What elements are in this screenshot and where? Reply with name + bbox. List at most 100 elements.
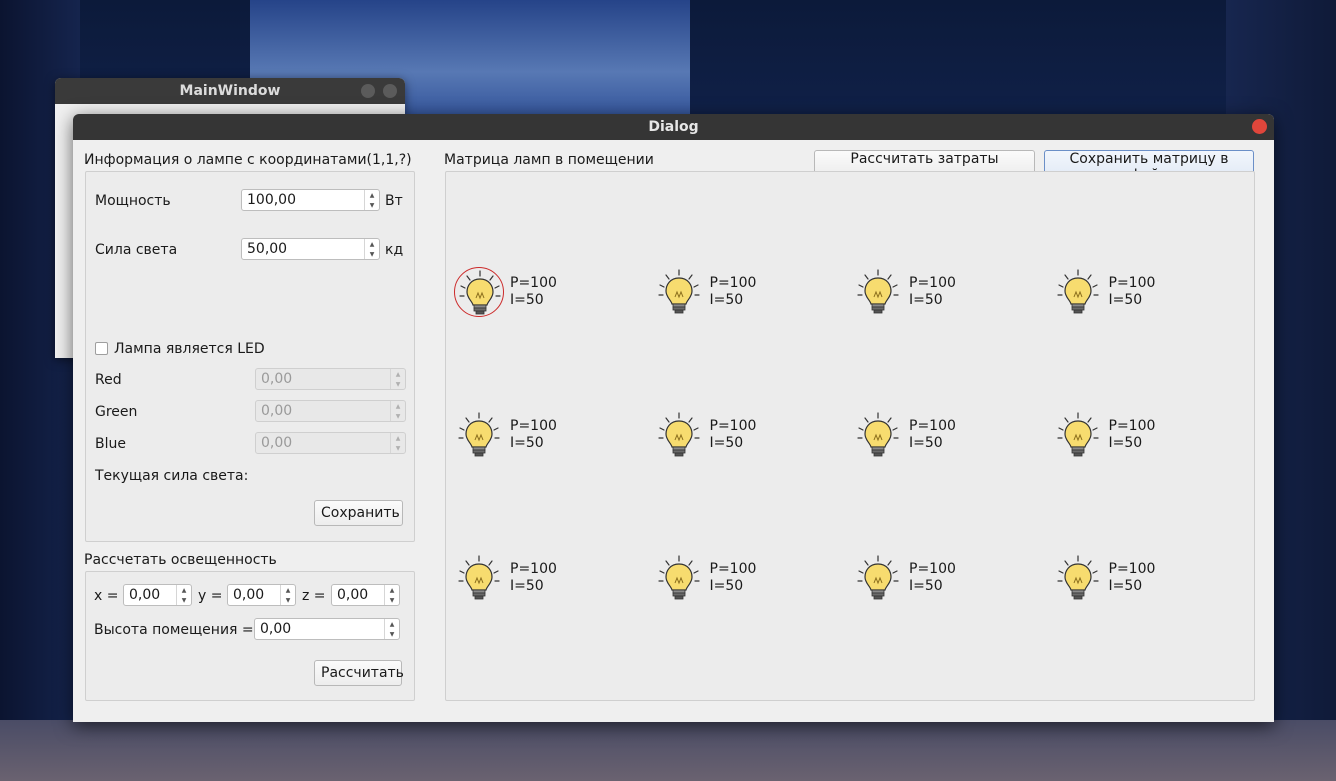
lamp-power: P=100	[909, 561, 956, 577]
lamp-cell[interactable]: P=100 I=50	[853, 267, 1023, 323]
spin-down-icon: ▼	[395, 412, 401, 420]
power-unit: Вт	[385, 193, 403, 209]
green-input	[256, 401, 390, 421]
red-input	[256, 369, 390, 389]
lamp-values: P=100 I=50	[510, 418, 557, 452]
intensity-input[interactable]	[242, 239, 364, 259]
dialog-window[interactable]: Dialog Информация о лампе с координатами…	[73, 114, 1274, 722]
lightbulb-icon[interactable]	[454, 410, 504, 460]
lamp-power: P=100	[510, 418, 557, 434]
spin-down-icon[interactable]: ▼	[365, 249, 379, 259]
spin-up-icon[interactable]: ▲	[385, 585, 399, 595]
spin-up-icon[interactable]: ▲	[385, 619, 399, 629]
x-input[interactable]	[124, 585, 176, 605]
spin-down-icon[interactable]: ▼	[385, 595, 399, 605]
calculate-button[interactable]: Рассчитать	[314, 660, 404, 686]
lamp-cell[interactable]: P=100 I=50	[654, 267, 824, 323]
lamp-cell[interactable]: P=100 I=50	[454, 553, 624, 609]
lamp-values: P=100 I=50	[710, 418, 757, 452]
led-checkbox[interactable]	[95, 342, 108, 355]
spin-up-icon[interactable]: ▲	[365, 190, 379, 200]
lamp-intensity: I=50	[1108, 578, 1143, 594]
x-label: x =	[94, 588, 119, 604]
save-button[interactable]: Сохранить	[314, 500, 403, 526]
lamp-intensity: I=50	[1108, 435, 1143, 451]
lamp-intensity: I=50	[1108, 292, 1143, 308]
main-window-titlebar[interactable]: MainWindow	[55, 78, 405, 104]
room-height-input[interactable]	[255, 619, 384, 639]
lamp-values: P=100 I=50	[710, 275, 757, 309]
spin-down-icon[interactable]: ▼	[365, 200, 379, 210]
illumination-group-title: Рассчетать освещенность	[84, 552, 277, 568]
lightbulb-icon[interactable]	[1053, 553, 1103, 603]
lamp-cell[interactable]: P=100 I=50	[654, 410, 824, 466]
lamp-cell[interactable]: P=100 I=50	[1053, 553, 1223, 609]
spin-down-icon[interactable]: ▼	[385, 629, 399, 639]
lightbulb-icon[interactable]	[1053, 410, 1103, 460]
lightbulb-icon[interactable]	[654, 267, 704, 317]
intensity-spinbox[interactable]: ▲▼	[241, 238, 380, 260]
lightbulb-icon[interactable]	[853, 553, 903, 603]
lightbulb-icon[interactable]	[454, 267, 504, 317]
blue-spinbox: ▲▼	[255, 432, 406, 454]
lamp-intensity: I=50	[510, 578, 544, 594]
lamp-power: P=100	[1108, 418, 1156, 434]
blue-input	[256, 433, 390, 453]
spin-down-icon: ▼	[395, 444, 401, 452]
lamp-power: P=100	[1108, 275, 1156, 291]
lightbulb-icon[interactable]	[654, 553, 704, 603]
dialog-titlebar[interactable]: Dialog	[73, 114, 1274, 140]
power-input[interactable]	[242, 190, 364, 210]
lamp-intensity: I=50	[909, 292, 943, 308]
lamp-power: P=100	[709, 561, 757, 577]
lamp-power: P=100	[909, 418, 956, 434]
lamp-intensity: I=50	[909, 435, 943, 451]
lamp-power: P=100	[709, 275, 757, 291]
lamp-values: P=100 I=50	[510, 561, 557, 595]
lamp-intensity: I=50	[709, 435, 744, 451]
minimize-icon[interactable]	[361, 84, 375, 98]
z-input[interactable]	[332, 585, 384, 605]
lamp-power: P=100	[909, 275, 956, 291]
lamp-values: P=100 I=50	[1109, 561, 1156, 595]
spin-down-icon[interactable]: ▼	[177, 595, 191, 605]
lamp-power: P=100	[1108, 561, 1156, 577]
room-height-spinbox[interactable]: ▲▼	[254, 618, 400, 640]
lamp-intensity: I=50	[709, 292, 744, 308]
y-input[interactable]	[228, 585, 280, 605]
dialog-title: Dialog	[648, 119, 699, 135]
lamp-cell[interactable]: P=100 I=50	[853, 553, 1023, 609]
spin-up-icon[interactable]: ▲	[281, 585, 295, 595]
spin-up-icon: ▲	[395, 434, 401, 442]
led-checkbox-label[interactable]: Лампа является LED	[114, 341, 265, 357]
lightbulb-icon[interactable]	[853, 267, 903, 317]
desktop-wallpaper-floor	[0, 720, 1336, 781]
lamp-cell[interactable]: P=100 I=50	[454, 410, 624, 466]
spin-down-icon[interactable]: ▼	[281, 595, 295, 605]
main-window-title: MainWindow	[179, 83, 281, 99]
lamp-info-group-title: Информация о лампе с координатами(1,1,?)	[84, 152, 412, 168]
lamp-values: P=100 I=50	[909, 275, 956, 309]
lamp-values: P=100 I=50	[1109, 275, 1156, 309]
lamp-cell[interactable]: P=100 I=50	[654, 553, 824, 609]
y-spinbox[interactable]: ▲▼	[227, 584, 296, 606]
spin-up-icon[interactable]: ▲	[177, 585, 191, 595]
close-icon[interactable]	[383, 84, 397, 98]
close-button[interactable]	[1252, 119, 1267, 134]
lightbulb-icon[interactable]	[454, 553, 504, 603]
lamp-cell[interactable]: P=100 I=50	[1053, 267, 1223, 323]
z-spinbox[interactable]: ▲▼	[331, 584, 400, 606]
lightbulb-icon[interactable]	[654, 410, 704, 460]
lamp-intensity: I=50	[510, 292, 544, 308]
lamp-cell[interactable]: P=100 I=50	[853, 410, 1023, 466]
power-label: Мощность	[95, 193, 171, 209]
current-intensity-label: Текущая сила света:	[95, 468, 249, 484]
spin-up-icon[interactable]: ▲	[365, 239, 379, 249]
spin-down-icon: ▼	[395, 380, 401, 388]
lightbulb-icon[interactable]	[1053, 267, 1103, 317]
power-spinbox[interactable]: ▲▼	[241, 189, 380, 211]
lamp-cell[interactable]: P=100 I=50	[1053, 410, 1223, 466]
x-spinbox[interactable]: ▲▼	[123, 584, 192, 606]
lamp-cell[interactable]: P=100 I=50	[454, 267, 624, 323]
lightbulb-icon[interactable]	[853, 410, 903, 460]
